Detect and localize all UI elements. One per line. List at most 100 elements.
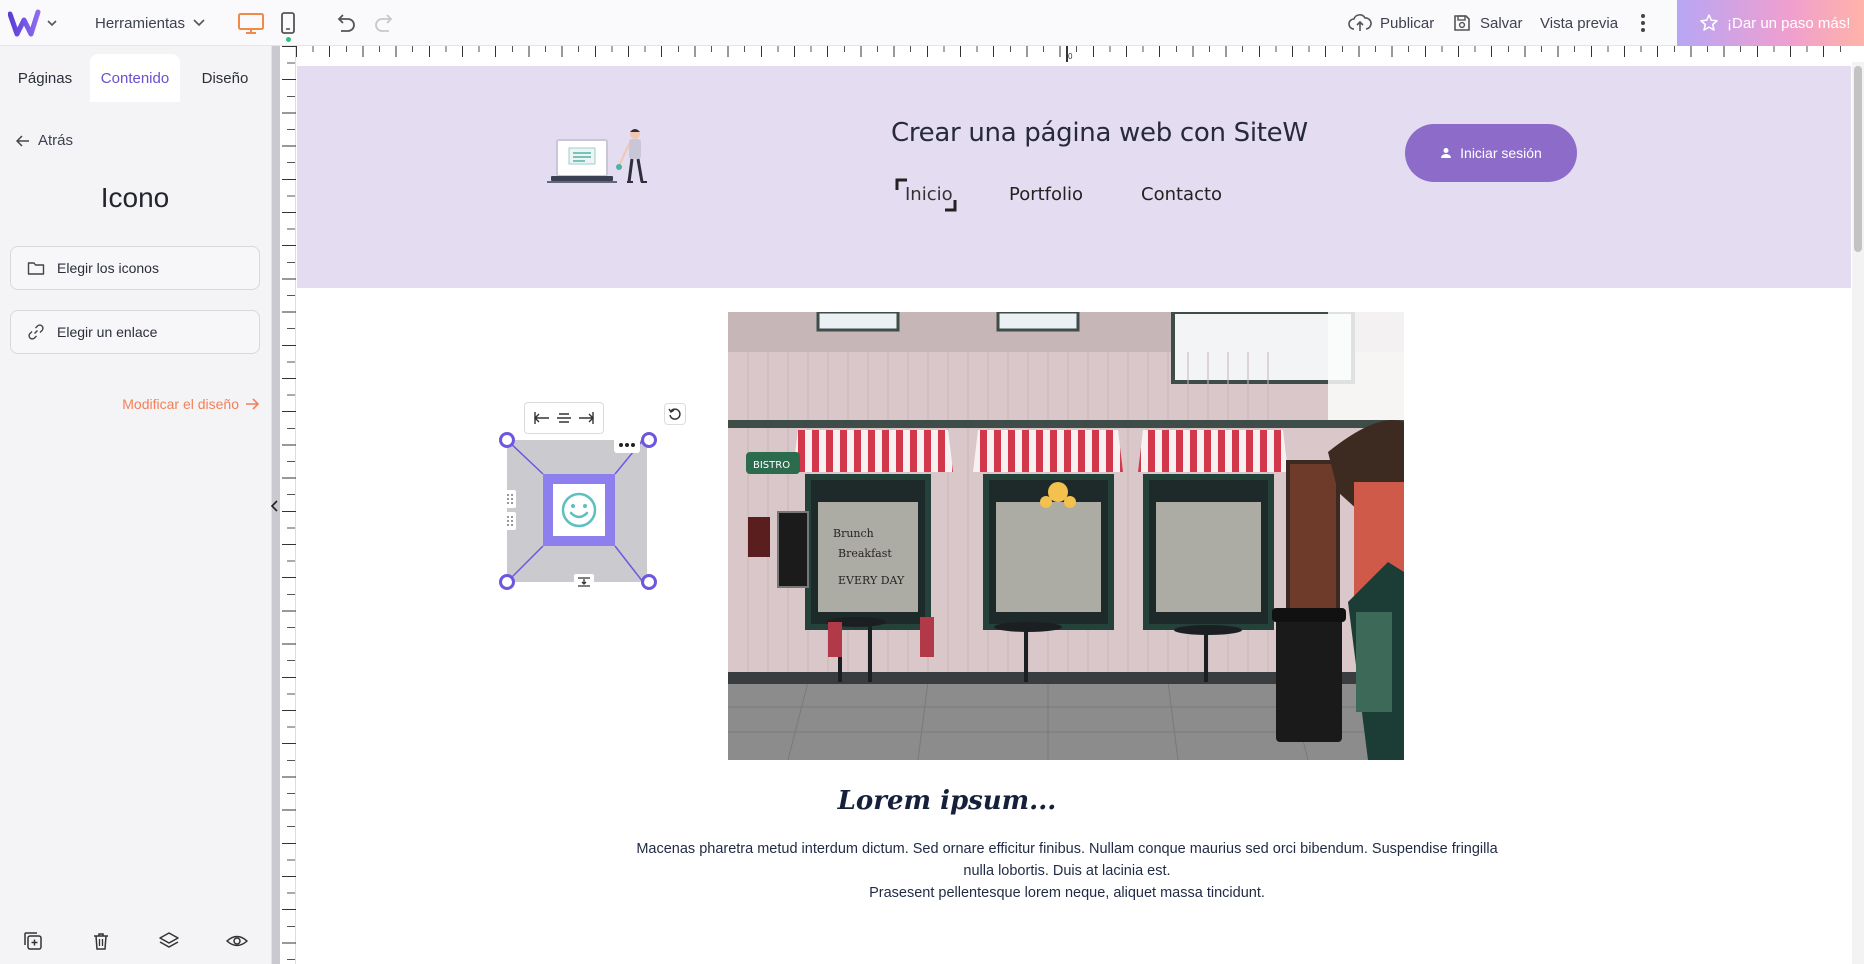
icon-frame[interactable] (543, 474, 615, 546)
choose-link-button[interactable]: Elegir un enlace (10, 310, 260, 354)
vertical-align-button[interactable] (574, 574, 594, 588)
resize-handle-bottom-right[interactable] (641, 574, 657, 590)
tab-contenido[interactable]: Contenido (90, 54, 180, 102)
cloud-upload-icon (1348, 14, 1372, 31)
publish-button[interactable]: Publicar (1348, 0, 1434, 46)
panel-tabs: Páginas Contenido Diseño (0, 54, 272, 102)
visibility-button[interactable] (222, 926, 252, 956)
redo-icon (375, 14, 393, 32)
upgrade-button[interactable]: ¡Dar un paso más! (1677, 0, 1864, 46)
collapse-panel-button[interactable] (270, 496, 280, 516)
selected-icon-element[interactable] (497, 436, 649, 584)
nav-item-contacto[interactable]: Contacto (1141, 184, 1222, 205)
site-title[interactable]: Crear una página web con SiteW (891, 118, 1308, 148)
layers-button[interactable] (154, 926, 184, 956)
folder-icon (27, 262, 45, 275)
ruler-origin-label: 0 (1068, 52, 1073, 61)
duplicate-icon (24, 932, 42, 950)
sitew-logo-icon (8, 9, 57, 37)
publish-label: Publicar (1380, 14, 1435, 32)
login-label: Iniciar sesión (1460, 145, 1542, 161)
sitew-logo-menu[interactable] (8, 0, 58, 46)
back-button[interactable]: Atrás (16, 132, 73, 149)
vertical-ruler-major-ticks (280, 46, 296, 964)
chevron-left-icon (271, 500, 278, 512)
link-icon (28, 324, 44, 340)
drag-grip-lower[interactable] (504, 512, 516, 530)
alignment-toolbar (524, 402, 604, 434)
tab-paginas[interactable]: Páginas (0, 54, 90, 102)
login-button[interactable]: Iniciar sesión (1405, 124, 1577, 182)
undo-button[interactable] (332, 0, 358, 46)
nav-item-inicio[interactable]: Inicio (905, 184, 953, 205)
kebab-menu-icon (1641, 14, 1645, 32)
trash-icon (94, 933, 108, 950)
resize-handle-top-left[interactable] (499, 432, 515, 448)
section-heading[interactable]: Lorem ipsum... (297, 786, 1597, 816)
paragraph-line-2: Prasesent pellentesque lorem neque, aliq… (869, 885, 1265, 901)
panel-title: Icono (100, 182, 170, 213)
desktop-icon (238, 13, 264, 34)
back-label: Atrás (38, 132, 74, 149)
preview-label: Vista previa (1540, 14, 1619, 32)
user-icon (1441, 148, 1452, 158)
arrow-right-icon (246, 398, 259, 410)
nav-item-portfolio[interactable]: Portfolio (1009, 184, 1083, 205)
star-icon (1700, 14, 1718, 31)
align-left-icon[interactable] (534, 411, 550, 425)
svg-text:Brunch: Brunch (833, 527, 874, 540)
svg-text:Breakfast: Breakfast (838, 547, 892, 560)
drag-grip-upper[interactable] (504, 490, 516, 508)
choose-icons-button[interactable]: Elegir los iconos (10, 246, 260, 290)
align-bottom-icon (578, 577, 590, 587)
more-options-button[interactable] (1638, 0, 1648, 46)
laptop-person-illustration (547, 129, 647, 183)
paragraph-line-1: Macenas pharetra metud interdum dictum. … (636, 841, 1498, 879)
duplicate-button[interactable] (18, 926, 48, 956)
save-button[interactable]: Salvar (1452, 0, 1523, 46)
reset-rotation-button[interactable] (664, 403, 686, 425)
svg-text:EVERY DAY: EVERY DAY (838, 574, 905, 587)
horizontal-ruler-major-ticks (296, 46, 1854, 62)
eye-icon (225, 935, 249, 947)
save-icon (1454, 15, 1470, 31)
canvas-scrollbar[interactable] (1852, 62, 1864, 964)
storefront-photo[interactable]: Brunch Breakfast EVERY DAY BISTRO (728, 312, 1404, 760)
ellipsis-icon (619, 443, 635, 447)
left-panel: Páginas Contenido Diseño Atrás Icono Ele… (0, 46, 272, 964)
svg-text:BISTRO: BISTRO (753, 460, 790, 471)
mobile-icon (281, 12, 295, 34)
rotate-icon (668, 408, 681, 420)
align-center-icon[interactable] (556, 411, 572, 425)
layers-icon (159, 932, 179, 948)
smiley-icon (561, 492, 597, 528)
choose-link-label: Elegir un enlace (57, 324, 158, 340)
modify-design-label: Modificar el diseño (122, 396, 239, 412)
tools-label: Herramientas (95, 14, 186, 32)
grip-dots-icon (507, 516, 513, 526)
choose-icons-label: Elegir los iconos (57, 260, 159, 276)
grip-dots-icon (507, 494, 513, 504)
site-header[interactable]: Crear una página web con SiteW Inicio Po… (297, 66, 1851, 288)
undo-icon (337, 14, 355, 32)
preview-button[interactable]: Vista previa (1540, 0, 1618, 46)
delete-button[interactable] (86, 926, 116, 956)
redo-button[interactable] (372, 0, 398, 46)
resize-handle-bottom-left[interactable] (499, 574, 515, 590)
top-toolbar: Herramientas Publicar Salvar Vista previ… (0, 0, 1864, 46)
arrow-left-icon (16, 134, 29, 147)
tab-diseno[interactable]: Diseño (180, 54, 270, 102)
element-more-button[interactable] (614, 437, 640, 453)
desktop-view-button[interactable] (236, 0, 266, 46)
active-device-indicator (286, 37, 291, 42)
section-paragraph[interactable]: Macenas pharetra metud interdum dictum. … (627, 838, 1507, 904)
align-right-icon[interactable] (578, 411, 594, 425)
upgrade-label: ¡Dar un paso más! (1727, 14, 1851, 32)
scrollbar-thumb[interactable] (1854, 66, 1862, 252)
panel-bottom-tools (0, 926, 270, 964)
save-label: Salvar (1480, 14, 1523, 32)
chevron-down-icon (193, 19, 205, 27)
tools-dropdown[interactable]: Herramientas (95, 0, 205, 46)
resize-handle-top-right[interactable] (641, 432, 657, 448)
modify-design-link[interactable]: Modificar el diseño (122, 396, 259, 412)
